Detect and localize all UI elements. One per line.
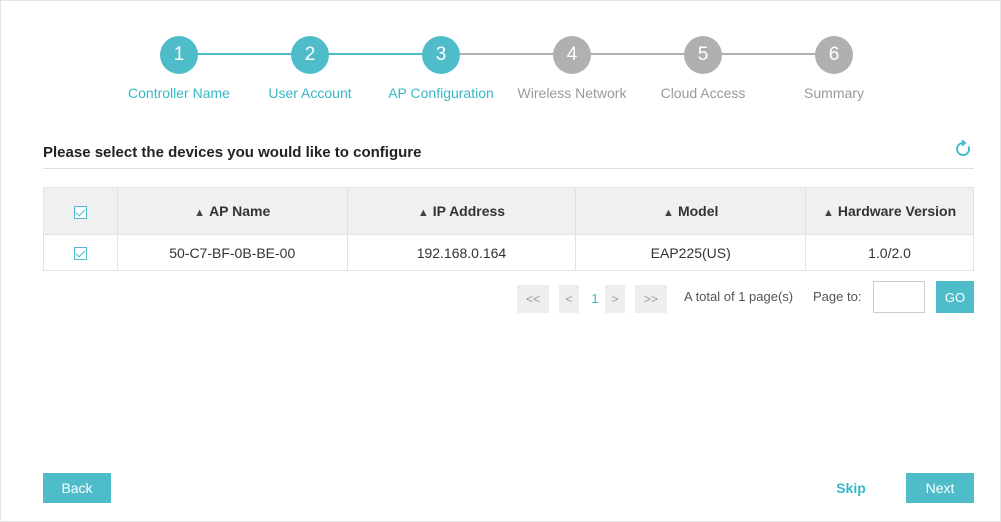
step-circle-2: 2 bbox=[291, 36, 329, 74]
row-checkbox[interactable] bbox=[73, 247, 87, 261]
column-header-label: Model bbox=[677, 203, 719, 219]
sort-icon: ▲︎ bbox=[663, 207, 674, 219]
column-header-model[interactable]: ▲︎ Model bbox=[575, 187, 807, 235]
column-header-ip-address[interactable]: ▲︎ IP Address bbox=[346, 187, 577, 235]
refresh-icon[interactable] bbox=[953, 139, 973, 159]
select-all-cell[interactable] bbox=[43, 187, 118, 235]
step-label-cloud-access: Cloud Access bbox=[660, 85, 746, 101]
step-connector-2-3 bbox=[328, 53, 423, 55]
page-to-input[interactable] bbox=[873, 281, 925, 313]
step-connector-3-4 bbox=[459, 53, 554, 55]
step-label-controller-name: Controller Name bbox=[128, 85, 230, 101]
section-title: Please select the devices you would like… bbox=[43, 144, 422, 161]
back-button[interactable]: Back bbox=[43, 473, 111, 503]
go-button[interactable]: GO bbox=[936, 281, 974, 313]
device-table: ▲︎ AP Name ▲︎ IP Address ▲︎ Model ▲︎ Hardwar… bbox=[43, 187, 974, 271]
cell-ip-address: 192.168.0.164 bbox=[346, 234, 577, 271]
column-header-hardware-version[interactable]: ▲︎ Hardware Version bbox=[805, 187, 974, 235]
step-connector-4-5 bbox=[590, 53, 685, 55]
step-circle-5: 5 bbox=[684, 36, 722, 74]
sort-icon: ▲︎ bbox=[194, 207, 206, 219]
select-all-checkbox[interactable] bbox=[73, 205, 87, 219]
page-total-text: A total of 1 page(s) bbox=[684, 289, 794, 304]
column-header-label: AP Name bbox=[209, 203, 271, 219]
step-circle-1: 1 bbox=[160, 36, 198, 74]
step-connector-1-2 bbox=[197, 53, 292, 55]
wizard-panel: 1 2 3 4 5 6 Controller Name User Account… bbox=[0, 0, 1001, 522]
cell-hardware-version: 1.0/2.0 bbox=[805, 234, 974, 271]
step-label-wireless-network: Wireless Network bbox=[517, 85, 627, 101]
table-row[interactable]: 50-C7-BF-0B-BE-00 192.168.0.164 EAP225(U… bbox=[43, 234, 974, 271]
step-label-user-account: User Account bbox=[268, 85, 352, 101]
prev-page-button[interactable]: < bbox=[559, 285, 579, 313]
current-page-number[interactable]: 1 bbox=[585, 285, 605, 313]
last-page-button[interactable]: >> bbox=[635, 285, 667, 313]
page-to-label: Page to: bbox=[813, 289, 862, 304]
next-button[interactable]: Next bbox=[906, 473, 974, 503]
first-page-button[interactable]: << bbox=[517, 285, 549, 313]
column-header-label: Hardware Version bbox=[837, 203, 957, 219]
sort-icon: ▲︎ bbox=[822, 207, 834, 219]
step-label-ap-configuration: AP Configuration bbox=[388, 85, 494, 101]
row-select-cell[interactable] bbox=[43, 234, 118, 271]
table-header-row: ▲︎ AP Name ▲︎ IP Address ▲︎ Model ▲︎ Hardwar… bbox=[43, 187, 974, 235]
step-circle-3: 3 bbox=[422, 36, 460, 74]
column-header-label: IP Address bbox=[432, 203, 506, 219]
next-page-button[interactable]: > bbox=[605, 285, 625, 313]
step-label-summary: Summary bbox=[804, 85, 864, 101]
cell-model: EAP225(US) bbox=[575, 234, 807, 271]
cell-ap-name: 50-C7-BF-0B-BE-00 bbox=[116, 234, 348, 271]
column-header-ap-name[interactable]: ▲︎ AP Name bbox=[116, 187, 348, 235]
step-circle-6: 6 bbox=[815, 36, 853, 74]
skip-button[interactable]: Skip bbox=[823, 473, 879, 503]
step-circle-4: 4 bbox=[553, 36, 591, 74]
section-divider bbox=[43, 168, 974, 169]
sort-icon: ▲︎ bbox=[417, 207, 429, 219]
step-connector-5-6 bbox=[721, 53, 816, 55]
